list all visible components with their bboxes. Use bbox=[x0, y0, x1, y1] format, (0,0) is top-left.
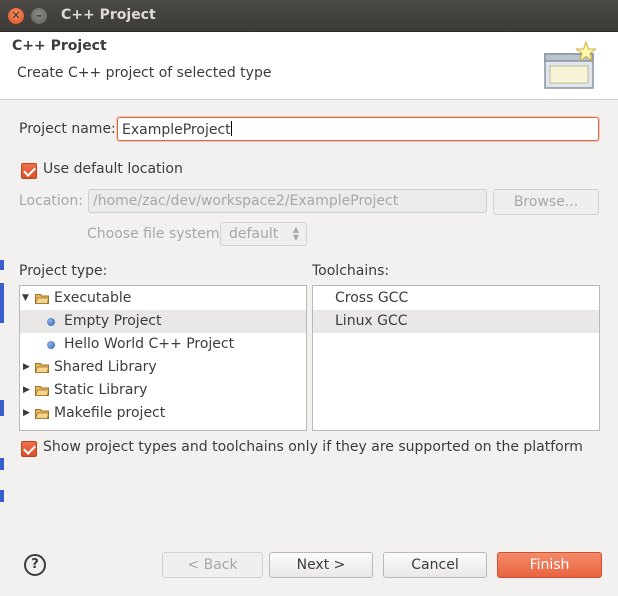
toolchain-label: Linux GCC bbox=[335, 313, 408, 329]
file-system-label: Choose file system: bbox=[87, 226, 225, 242]
wizard-banner: C++ Project Create C++ project of select… bbox=[0, 32, 618, 100]
window-title: C++ Project bbox=[61, 7, 156, 23]
next-button[interactable]: Next > bbox=[269, 552, 373, 578]
toolchains-list[interactable]: Cross GCC Linux GCC bbox=[312, 285, 600, 431]
tree-item-makefile-project[interactable]: ▶ Makefile project bbox=[20, 402, 306, 425]
background-window-edge bbox=[0, 400, 4, 416]
cpp-project-dialog: ✕ – C++ Project C++ Project Create C++ p… bbox=[0, 0, 618, 596]
project-name-input[interactable]: ExampleProject bbox=[117, 117, 599, 141]
tree-item-label: Executable bbox=[54, 290, 132, 306]
tree-item-hello-world[interactable]: Hello World C++ Project bbox=[20, 333, 306, 356]
toolchain-item-linux-gcc[interactable]: Linux GCC bbox=[313, 310, 599, 333]
title-bar: ✕ – C++ Project bbox=[0, 0, 618, 32]
tree-item-static-library[interactable]: ▶ Static Library bbox=[20, 379, 306, 402]
collapsed-arrow-icon[interactable]: ▶ bbox=[23, 379, 30, 402]
project-type-tree[interactable]: ▼ Executable Empty Project Hello World C… bbox=[19, 285, 307, 431]
project-name-value: ExampleProject bbox=[122, 122, 231, 138]
back-button[interactable]: < Back bbox=[162, 552, 263, 578]
folder-open-icon bbox=[35, 294, 49, 304]
browse-button[interactable]: Browse... bbox=[493, 189, 599, 215]
tree-item-label: Empty Project bbox=[64, 313, 162, 329]
folder-icon bbox=[35, 386, 49, 396]
close-window-button[interactable]: ✕ bbox=[8, 8, 24, 24]
cancel-button[interactable]: Cancel bbox=[383, 552, 487, 578]
location-input[interactable]: /home/zac/dev/workspace2/ExampleProject bbox=[88, 189, 487, 213]
minimize-window-button[interactable]: – bbox=[31, 8, 47, 24]
collapsed-arrow-icon[interactable]: ▶ bbox=[23, 402, 30, 425]
tree-item-label: Static Library bbox=[54, 382, 148, 398]
project-template-icon bbox=[47, 318, 55, 326]
tree-item-empty-project[interactable]: Empty Project bbox=[20, 310, 306, 333]
location-label: Location: bbox=[19, 193, 83, 209]
location-value: /home/zac/dev/workspace2/ExampleProject bbox=[93, 193, 399, 209]
background-window-edge bbox=[0, 458, 4, 470]
folder-icon bbox=[35, 409, 49, 419]
background-window-edge bbox=[0, 260, 4, 270]
project-name-label: Project name: bbox=[19, 121, 116, 137]
background-window-edge bbox=[0, 283, 4, 323]
tree-item-shared-library[interactable]: ▶ Shared Library bbox=[20, 356, 306, 379]
supported-only-checkbox[interactable] bbox=[21, 441, 37, 457]
use-default-location-checkbox[interactable] bbox=[21, 163, 37, 179]
tree-item-label: Shared Library bbox=[54, 359, 157, 375]
project-template-icon bbox=[47, 341, 55, 349]
toolchains-label: Toolchains: bbox=[312, 263, 390, 279]
new-project-wizard-icon bbox=[544, 40, 597, 89]
tree-item-label: Makefile project bbox=[54, 405, 166, 421]
file-system-value: default bbox=[229, 226, 279, 242]
toolchain-label: Cross GCC bbox=[335, 290, 409, 306]
banner-description: Create C++ project of selected type bbox=[17, 65, 272, 81]
use-default-location-label[interactable]: Use default location bbox=[43, 161, 183, 177]
tree-item-label: Hello World C++ Project bbox=[64, 336, 235, 352]
supported-only-label[interactable]: Show project types and toolchains only i… bbox=[43, 439, 583, 455]
toolchain-item-cross-gcc[interactable]: Cross GCC bbox=[313, 287, 599, 310]
collapsed-arrow-icon[interactable]: ▶ bbox=[23, 356, 30, 379]
project-type-label: Project type: bbox=[19, 263, 108, 279]
folder-icon bbox=[35, 363, 49, 373]
tree-item-executable[interactable]: ▼ Executable bbox=[20, 287, 306, 310]
banner-title: C++ Project bbox=[12, 38, 107, 54]
text-caret bbox=[230, 121, 232, 136]
help-icon[interactable]: ? bbox=[24, 554, 46, 576]
finish-button[interactable]: Finish bbox=[497, 552, 602, 578]
file-system-select[interactable]: default ▲ ▼ bbox=[220, 222, 307, 246]
expanded-arrow-icon[interactable]: ▼ bbox=[22, 287, 29, 310]
spin-arrows-icon: ▲ ▼ bbox=[292, 225, 299, 242]
background-window-edge bbox=[0, 490, 4, 502]
